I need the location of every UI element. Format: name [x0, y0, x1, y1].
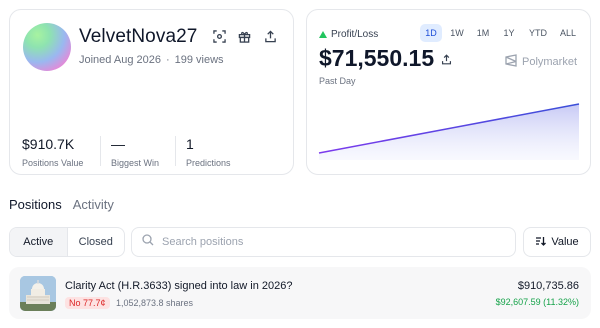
tab-activity[interactable]: Activity — [73, 197, 114, 212]
username: VelvetNova27 — [79, 26, 198, 47]
sort-button[interactable]: Value — [523, 227, 591, 257]
view-count: 199 views — [174, 54, 224, 66]
share-icon[interactable] — [263, 29, 277, 43]
up-triangle-icon — [319, 31, 327, 38]
brand: Polymarket — [505, 54, 577, 70]
brand-name: Polymarket — [522, 56, 578, 68]
pnl-card: Profit/Loss 1D 1W 1M 1Y YTD ALL $71,550.… — [306, 9, 591, 175]
pnl-chart — [318, 103, 580, 160]
stat-value: 1 — [186, 136, 194, 152]
position-row[interactable]: Clarity Act (H.R.3633) signed into law i… — [9, 267, 591, 319]
gift-icon[interactable] — [237, 29, 251, 43]
range-tab-1m[interactable]: 1M — [472, 24, 494, 42]
market-title[interactable]: Clarity Act (H.R.3633) signed into law i… — [65, 280, 292, 292]
sort-label: Value — [551, 236, 579, 248]
pnl-period: Past Day — [319, 76, 356, 86]
capitol-building-icon — [20, 276, 56, 311]
sort-icon — [535, 236, 547, 249]
stat-label: Predictions — [186, 158, 231, 168]
search-box[interactable] — [131, 227, 516, 257]
market-thumbnail — [20, 276, 56, 311]
stat-value: — — [111, 136, 125, 152]
meta-separator: · — [165, 54, 170, 66]
stat-predictions: 1 Predictions — [186, 136, 231, 168]
divider — [175, 136, 176, 166]
shares-count: 1,052,873.8 shares — [116, 298, 194, 308]
share-icon[interactable] — [441, 52, 452, 70]
stat-value: $910.7K — [22, 136, 75, 152]
pnl-label: Profit/Loss — [331, 29, 379, 40]
filter-active-button[interactable]: Active — [10, 228, 67, 256]
range-tab-all[interactable]: ALL — [556, 24, 580, 42]
status-filter: Active Closed — [9, 227, 125, 257]
range-tab-1d[interactable]: 1D — [420, 24, 442, 42]
range-tab-ytd[interactable]: YTD — [524, 24, 552, 42]
position-value: $910,735.86 — [517, 280, 579, 292]
joined-date: Joined Aug 2026 — [79, 54, 161, 66]
position-gain: $92,607.59 (11.32%) — [495, 297, 579, 307]
outcome-badge: No 77.7¢ — [65, 297, 110, 309]
pnl-value: $71,550.15 — [319, 45, 435, 71]
tab-positions[interactable]: Positions — [9, 197, 62, 212]
range-tabs: 1D 1W 1M 1Y YTD ALL — [420, 24, 580, 42]
stat-positions-value: $910.7K Positions Value — [22, 136, 83, 168]
stat-biggest-win: — Biggest Win — [111, 136, 159, 168]
profile-meta: Joined Aug 2026 · 199 views — [79, 54, 224, 66]
section-tabs: Positions Activity — [9, 197, 114, 212]
pnl-area — [319, 104, 579, 160]
range-tab-1w[interactable]: 1W — [446, 24, 468, 42]
polymarket-logo-icon — [505, 54, 517, 70]
divider — [100, 136, 101, 166]
stat-label: Biggest Win — [111, 158, 160, 168]
stat-label: Positions Value — [22, 158, 84, 168]
search-icon — [142, 233, 154, 251]
range-tab-1y[interactable]: 1Y — [498, 24, 520, 42]
search-input[interactable] — [162, 236, 492, 248]
profile-card: VelvetNova27 Joined Aug 2026 · 199 views $… — [9, 9, 294, 175]
avatar — [23, 23, 71, 71]
filter-closed-button[interactable]: Closed — [66, 228, 125, 256]
scan-icon[interactable] — [212, 29, 226, 43]
pnl-header: Profit/Loss — [319, 29, 378, 40]
